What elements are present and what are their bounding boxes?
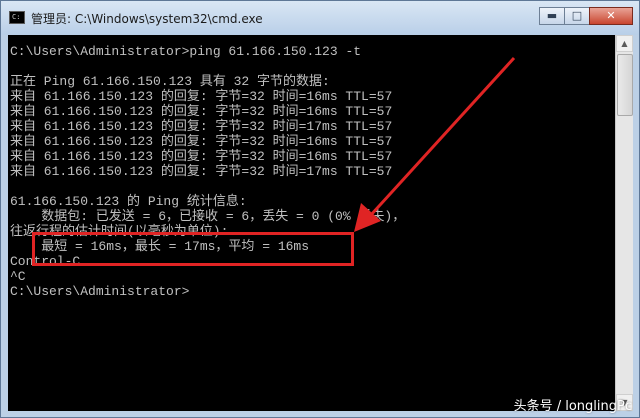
watermark: 头条号 / longlingPc [513,399,632,414]
annotation-arrow-shaft [368,56,516,218]
annotation-arrow-icon [354,56,516,232]
annotation-highlight-box [32,232,354,266]
